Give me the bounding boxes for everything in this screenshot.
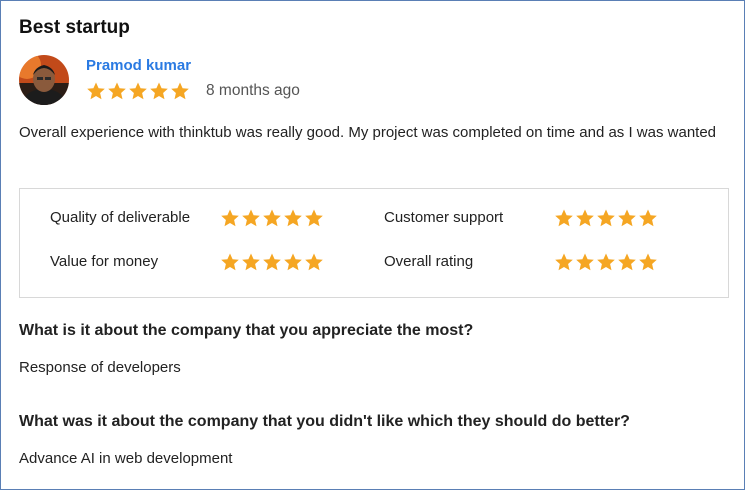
star-icon (639, 253, 657, 271)
question-improve: What was it about the company that you d… (19, 413, 630, 430)
star-icon (108, 82, 126, 100)
star-icon (305, 209, 323, 227)
star-icon (576, 253, 594, 271)
star-icon (597, 253, 615, 271)
review-body: Overall experience with thinktub was rea… (19, 124, 717, 141)
star-icon (576, 209, 594, 227)
review-time: 8 months ago (206, 82, 300, 99)
rating-label-quality: Quality of deliverable (50, 209, 191, 226)
avatar[interactable] (19, 55, 69, 105)
star-icon (242, 253, 260, 271)
star-icon (150, 82, 168, 100)
star-icon (263, 209, 281, 227)
star-icon (221, 253, 239, 271)
rating-label-value: Value for money (50, 253, 159, 270)
review-card: Best startup Pramod kumar 8 months ago O… (0, 0, 745, 490)
star-icon (555, 209, 573, 227)
review-title: Best startup (19, 17, 130, 38)
star-icon (597, 209, 615, 227)
rating-stars-overall (554, 252, 658, 272)
rating-label-support: Customer support (384, 209, 504, 226)
star-icon (129, 82, 147, 100)
star-icon (284, 209, 302, 227)
rating-label-overall: Overall rating (384, 253, 474, 270)
rating-stars-value (220, 252, 324, 272)
star-icon (305, 253, 323, 271)
star-icon (284, 253, 302, 271)
star-icon (639, 209, 657, 227)
star-icon (242, 209, 260, 227)
review-star-rating (86, 81, 190, 101)
star-icon (618, 253, 636, 271)
question-appreciate: What is it about the company that you ap… (19, 322, 474, 339)
rating-stars-quality (220, 208, 324, 228)
answer-appreciate: Response of developers (19, 359, 181, 376)
star-icon (555, 253, 573, 271)
rating-stars-support (554, 208, 658, 228)
answer-improve: Advance AI in web development (19, 450, 233, 467)
star-icon (171, 82, 189, 100)
star-icon (263, 253, 281, 271)
ratings-breakdown: Quality of deliverable Customer support … (19, 188, 729, 298)
reviewer-name-link[interactable]: Pramod kumar (86, 57, 191, 74)
star-icon (87, 82, 105, 100)
star-icon (221, 209, 239, 227)
star-icon (618, 209, 636, 227)
